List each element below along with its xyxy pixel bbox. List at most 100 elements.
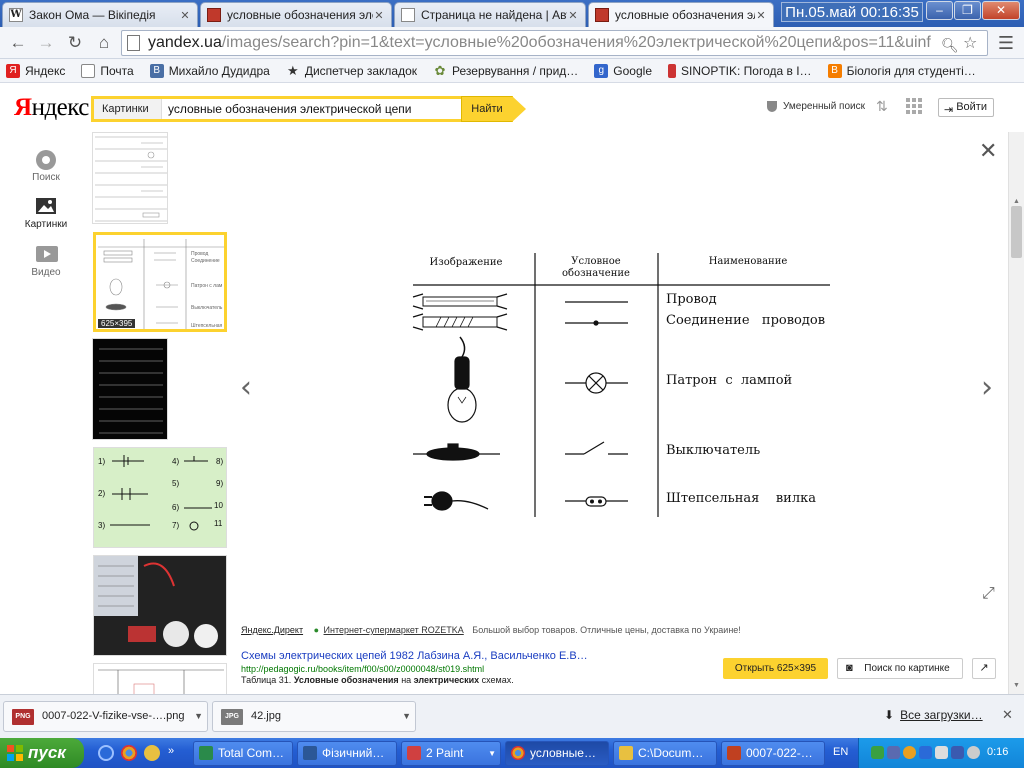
thumbnail-circuit-diagram[interactable] xyxy=(93,663,227,694)
thumbnail-green-symbols[interactable]: 1) 4) 8) 2) 5) 9) 6) 10 3) 7) 11 xyxy=(93,447,227,548)
task-image-viewer[interactable]: 0007-022-… xyxy=(721,741,825,766)
bookmark-label: Google xyxy=(613,63,652,78)
network-icon[interactable] xyxy=(871,746,884,759)
desc-part: Таблица 31. xyxy=(241,675,294,685)
tab-page-not-found[interactable]: Страница не найдена | Авт ✕ xyxy=(394,2,586,27)
search-circle-icon xyxy=(35,149,57,170)
next-image-arrow-icon[interactable]: › xyxy=(981,370,993,405)
restore-button[interactable]: ❐ xyxy=(954,1,981,20)
search-input[interactable] xyxy=(162,99,472,119)
search-icon[interactable]: 🔍︎ xyxy=(941,33,961,55)
thumbnail-symbols-table[interactable] xyxy=(92,132,168,224)
chrome-quicklaunch-icon[interactable] xyxy=(121,745,137,761)
reload-icon[interactable]: ↻ xyxy=(63,32,87,54)
thumbnail-dark-symbols[interactable] xyxy=(92,338,168,440)
tab-yandex-images-active[interactable]: условные обозначения эле ✕ xyxy=(588,2,774,27)
svg-text:9): 9) xyxy=(216,479,223,488)
task-word[interactable]: Фізичний… xyxy=(297,741,397,766)
ad-shop-link[interactable]: Интернет-супермаркет ROZETKA xyxy=(324,625,464,635)
row-label-lamp: Патрон с лампой xyxy=(666,373,792,388)
all-downloads-link[interactable]: ⬇ Все загрузки… xyxy=(884,708,983,722)
tab-yandex-images-1[interactable]: условные обозначения эле ✕ xyxy=(200,2,392,27)
desktop-quicklaunch-icon[interactable] xyxy=(98,745,114,761)
scroll-thumb[interactable] xyxy=(1011,206,1022,258)
logo-red-letter: Я xyxy=(14,94,32,121)
download-filename: 0007-022-V-fizike-vse-….png xyxy=(42,710,185,722)
source-url[interactable]: http://pedagogic.ru/books/item/f00/s00/z… xyxy=(241,664,484,674)
row-label-plug: Штепсельная вилка xyxy=(666,491,816,506)
desc-bold: Условные обозначения xyxy=(293,675,399,685)
svg-text:10: 10 xyxy=(214,501,223,510)
bookmark-yandex[interactable]: Я Яндекс xyxy=(6,63,65,78)
home-icon[interactable]: ⌂ xyxy=(92,32,116,54)
tab-close-icon[interactable]: ✕ xyxy=(373,9,385,22)
update-icon[interactable] xyxy=(903,746,916,759)
vk-tray-icon[interactable] xyxy=(951,746,964,759)
download-item-jpg[interactable]: JPG 42.jpg ▼ xyxy=(212,701,416,732)
find-button[interactable]: Найти xyxy=(461,96,513,122)
menu-icon[interactable]: ☰ xyxy=(994,32,1018,54)
close-shelf-icon[interactable]: ✕ xyxy=(1002,707,1013,723)
bookmark-biology[interactable]: B Біологія для студенті… xyxy=(827,63,976,78)
tray-clock[interactable]: 0:16 xyxy=(987,746,1008,758)
search-by-image-button[interactable]: ◙ Поиск по картинке xyxy=(837,658,963,679)
task-label: Фізичний… xyxy=(322,746,385,760)
login-button[interactable]: ⇥ Войти xyxy=(938,98,994,117)
address-bar[interactable]: yandex.ua/images/search?pin=1&text=услов… xyxy=(121,30,988,56)
yandex-logo[interactable]: Яндекс xyxy=(14,94,89,122)
quicklaunch-more-icon[interactable]: » xyxy=(168,745,174,757)
source-title-link[interactable]: Схемы электрических цепей 1982 Лабзина А… xyxy=(241,650,588,662)
skype-icon[interactable] xyxy=(919,746,932,759)
star-icon[interactable]: ☆ xyxy=(963,32,983,55)
bookmark-label: Почта xyxy=(100,63,134,78)
chrome-icon xyxy=(511,746,525,760)
task-paint[interactable]: 2 Paint ▼ xyxy=(401,741,501,766)
fullscreen-icon[interactable]: ⤢ xyxy=(982,585,995,603)
grid-view-icon[interactable] xyxy=(906,98,922,114)
start-button[interactable]: пуск xyxy=(0,738,84,768)
tab-wikipedia[interactable]: W Закон Ома — Вікіпедія ✕ xyxy=(2,2,198,27)
bookmark-google[interactable]: g Google xyxy=(594,63,652,78)
firefox-quicklaunch-icon[interactable] xyxy=(144,745,160,761)
chevron-down-icon[interactable]: ▼ xyxy=(402,702,411,731)
forward-arrow-icon[interactable]: → xyxy=(34,32,58,54)
nav-search[interactable]: Поиск xyxy=(14,149,78,183)
share-icon[interactable]: ↗ xyxy=(972,658,996,679)
previous-image-arrow-icon[interactable]: ‹ xyxy=(240,370,252,405)
page-scrollbar[interactable]: ▲ ▼ xyxy=(1008,132,1024,694)
open-original-button[interactable]: Открыть 625×395 xyxy=(723,658,828,679)
minimize-button[interactable]: – xyxy=(926,1,953,20)
tab-close-icon[interactable]: ✕ xyxy=(755,9,767,22)
search-category-button[interactable]: Картинки xyxy=(94,99,162,119)
bookmark-reservation[interactable]: ✿ Резервування / прид… xyxy=(433,63,579,78)
yandex-direct-link[interactable]: Яндекс.Директ xyxy=(241,625,303,635)
tab-close-icon[interactable]: ✕ xyxy=(179,9,191,22)
safe-search-toggle[interactable]: Умеренный поиск xyxy=(767,101,865,112)
clock-tray-icon[interactable] xyxy=(967,746,980,759)
svg-text:Провод: Провод xyxy=(191,251,208,257)
language-indicator[interactable]: EN xyxy=(833,746,848,758)
window-close-button[interactable]: ✕ xyxy=(982,1,1020,20)
close-icon[interactable]: ✕ xyxy=(979,138,997,164)
task-chrome-active[interactable]: условные… xyxy=(505,741,609,766)
nav-images[interactable]: Картинки xyxy=(14,196,78,230)
bookmark-vk[interactable]: В Михайло Дудидра xyxy=(149,63,270,78)
thumbnail-selected[interactable]: Провод Соединение Патрон с лам Выключатель Ш… xyxy=(93,232,227,332)
nav-video[interactable]: Видео xyxy=(14,244,78,278)
filters-icon[interactable]: ⇅ xyxy=(876,99,890,113)
bookmark-manager[interactable]: ★ Диспетчер закладок xyxy=(286,63,417,78)
chevron-down-icon[interactable]: ▼ xyxy=(194,702,203,731)
bookmark-mail[interactable]: Почта xyxy=(81,63,134,78)
volume-icon[interactable] xyxy=(935,746,948,759)
scroll-down-arrow-icon[interactable]: ▼ xyxy=(1013,682,1020,689)
task-explorer[interactable]: C:\Docum… xyxy=(613,741,717,766)
bookmark-sinoptik[interactable]: SINOPTIK: Погода в I… xyxy=(668,63,812,78)
thumbnail-circuit-board[interactable] xyxy=(93,555,227,656)
scroll-up-arrow-icon[interactable]: ▲ xyxy=(1013,198,1020,205)
security-icon[interactable] xyxy=(887,746,900,759)
back-arrow-icon[interactable]: ← xyxy=(6,32,30,54)
task-total-commander[interactable]: Total Com… xyxy=(193,741,293,766)
tab-close-icon[interactable]: ✕ xyxy=(567,9,579,22)
main-image-symbols-table[interactable]: Изображение Условное обозначение Наимено… xyxy=(408,247,833,519)
download-item-png[interactable]: PNG 0007-022-V-fizike-vse-….png ▼ xyxy=(3,701,208,732)
